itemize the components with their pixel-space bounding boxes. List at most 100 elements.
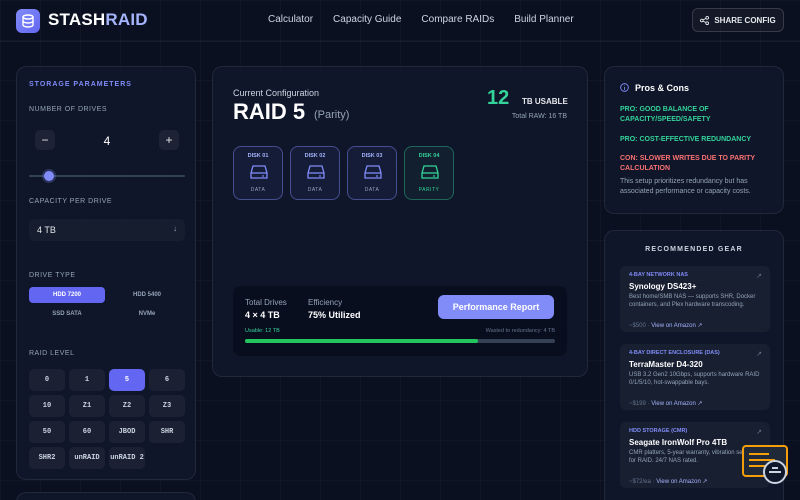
usable-bar-label: Usable: 12 TB: [245, 328, 280, 334]
amazon-link[interactable]: View on Amazon ↗: [656, 479, 707, 485]
capacity-value: 4 TB: [37, 225, 56, 235]
hard-drive-icon: [250, 165, 268, 179]
raid-level-60[interactable]: 60: [69, 421, 105, 443]
params-title: STORAGE PARAMETERS: [29, 81, 132, 88]
disk-label: DISK 03: [361, 153, 383, 159]
drive-type-hdd5400[interactable]: HDD 5400: [109, 287, 185, 303]
nav-calculator[interactable]: Calculator: [268, 14, 313, 25]
disk-role: PARITY: [418, 187, 440, 193]
stats-box: Total Drives 4 × 4 TB Efficiency 75% Uti…: [233, 286, 567, 356]
drive-type-nvme[interactable]: NVMe: [109, 306, 185, 322]
raid-level-unraid-2[interactable]: unRAID 2: [109, 447, 145, 469]
share-config-label: SHARE CONFIG: [714, 15, 776, 25]
total-drives-value: 4 × 4 TB: [245, 310, 280, 320]
drives-slider-thumb[interactable]: [44, 171, 55, 181]
gear-category: HDD STORAGE (CMR): [629, 428, 688, 434]
gear-name: Synology DS423+: [629, 282, 697, 291]
raid-level-50[interactable]: 50: [29, 421, 65, 443]
gear-title: RECOMMENDED GEAR: [645, 246, 743, 253]
efficiency-label: Efficiency: [308, 298, 343, 307]
gear-category: 4-BAY DIRECT ENCLOSURE (DAS): [629, 350, 720, 356]
info-icon: [620, 83, 629, 92]
raid-level-shr2[interactable]: SHR2: [29, 447, 65, 469]
gear-description: USB 3.2 Gen2 10Gbps, supports hardware R…: [629, 372, 760, 386]
storage-parameters-panel: STORAGE PARAMETERS NUMBER OF DRIVES − 4 …: [16, 66, 196, 480]
disk-role: DATA: [364, 187, 380, 193]
chat-icon: [742, 445, 788, 484]
nav-compare-raids[interactable]: Compare RAIDs: [421, 14, 494, 25]
con-item: CON: SLOWER WRITES DUE TO PARITY CALCULA…: [620, 155, 755, 172]
usable-tb-unit: TB USABLE: [522, 97, 568, 106]
raid-level-unraid[interactable]: unRAID: [69, 447, 105, 469]
disk-label: DISK 01: [247, 153, 269, 159]
raid-title: RAID 5: [233, 99, 306, 124]
config-label: Current Configuration: [233, 88, 320, 98]
raid-level-6[interactable]: 6: [149, 369, 185, 391]
pro-item: PRO: GOOD BALANCE OF CAPACITY/SPEED/SAFE…: [620, 106, 711, 123]
disk-card[interactable]: DISK 01 DATA: [233, 146, 283, 200]
gear-price: ~$199: [629, 401, 646, 407]
hard-drive-icon: [364, 165, 382, 179]
gear-name: Seagate IronWolf Pro 4TB: [629, 438, 728, 447]
pros-cons-note: This setup prioritizes redundancy but ha…: [620, 178, 751, 195]
pros-cons-title: Pros & Cons: [635, 83, 690, 93]
raid-level-shr[interactable]: SHR: [149, 421, 185, 443]
efficiency-value: 75% Utilized: [308, 310, 361, 320]
performance-report-button[interactable]: Performance Report: [438, 295, 554, 319]
amazon-link[interactable]: View on Amazon ↗: [651, 401, 702, 407]
share-config-button[interactable]: SHARE CONFIG: [692, 8, 784, 32]
pro-item: PRO: COST-EFFECTIVE REDUNDANCY: [620, 136, 752, 143]
gear-card[interactable]: 4-BAY DIRECT ENCLOSURE (DAS) ↗ TerraMaster…: [620, 344, 770, 410]
external-link-icon[interactable]: ↗: [756, 350, 762, 358]
wasted-bar-label: Wasted to redundancy: 4 TB: [485, 328, 555, 334]
hard-drive-icon: [421, 165, 439, 179]
drive-type-ssd-sata[interactable]: SSD SATA: [29, 306, 105, 322]
raid-level-0[interactable]: 0: [29, 369, 65, 391]
disk-card[interactable]: DISK 02 DATA: [290, 146, 340, 200]
share-icon: [700, 15, 710, 25]
pros-cons-panel: Pros & Cons PRO: GOOD BALANCE OF CAPACIT…: [604, 66, 784, 214]
chevron-down-icon: ↓: [173, 224, 177, 233]
amazon-link[interactable]: View on Amazon ↗: [651, 323, 702, 329]
raid-level-jbod[interactable]: JBOD: [109, 421, 145, 443]
increment-drives-button[interactable]: +: [159, 130, 179, 150]
hard-drive-icon: [307, 165, 325, 179]
disk-label: DISK 04: [418, 153, 440, 159]
database-icon[interactable]: [16, 9, 40, 33]
gear-name: TerraMaster D4-320: [629, 360, 703, 369]
gear-price: ~$500: [629, 323, 646, 329]
disk-card[interactable]: DISK 03 DATA: [347, 146, 397, 200]
nav-build-planner[interactable]: Build Planner: [514, 14, 573, 25]
disk-label: DISK 02: [304, 153, 326, 159]
gear-card[interactable]: 4-BAY NETWORK NAS ↗ Synology DS423+ Best ho…: [620, 266, 770, 332]
capacity-bar-fill: [245, 339, 478, 343]
num-drives-label: NUMBER OF DRIVES: [29, 106, 108, 113]
capacity-bar: [245, 339, 555, 343]
raid-level-z3[interactable]: Z3: [149, 395, 185, 417]
raid-level-1[interactable]: 1: [69, 369, 105, 391]
external-link-icon[interactable]: ↗: [756, 428, 762, 436]
capacity-label: CAPACITY PER DRIVE: [29, 198, 113, 205]
external-link-icon[interactable]: ↗: [756, 272, 762, 280]
chat-bubble-button[interactable]: [741, 444, 789, 488]
raid-level-5[interactable]: 5: [109, 369, 145, 391]
disk-role: DATA: [250, 187, 266, 193]
raid-level-z1[interactable]: Z1: [69, 395, 105, 417]
raid-level-z2[interactable]: Z2: [109, 395, 145, 417]
main-nav: Calculator Capacity Guide Compare RAIDs …: [268, 14, 574, 25]
drive-type-label: DRIVE TYPE: [29, 272, 76, 279]
raid-subtitle: (Parity): [314, 109, 350, 121]
decrement-drives-button[interactable]: −: [35, 130, 55, 150]
raid-level-label: RAID LEVEL: [29, 350, 75, 357]
capacity-select[interactable]: 4 TB ↓: [29, 219, 185, 241]
total-raw: Total RAW: 16 TB: [511, 113, 567, 120]
nav-capacity-guide[interactable]: Capacity Guide: [333, 14, 401, 25]
drive-type-hdd7200[interactable]: HDD 7200: [29, 287, 105, 303]
usable-tb-number: 12: [487, 87, 510, 109]
num-drives-value: 4: [103, 134, 111, 148]
disk-card[interactable]: DISK 04 PARITY: [404, 146, 454, 200]
total-drives-label: Total Drives: [245, 298, 287, 307]
app-logo[interactable]: STASHRAID: [48, 10, 148, 30]
raid-level-10[interactable]: 10: [29, 395, 65, 417]
disk-role: DATA: [307, 187, 323, 193]
